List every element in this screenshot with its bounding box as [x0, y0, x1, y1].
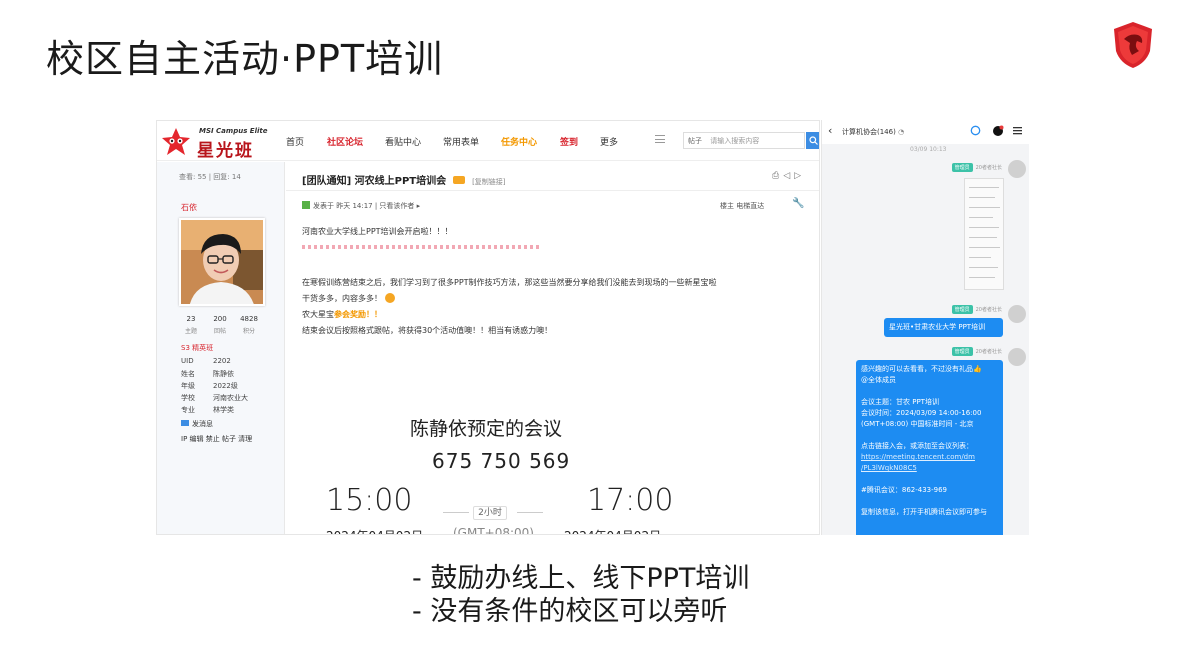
post-title: [团队通知] 河农线上PPT培训会 [复制链接] [302, 176, 506, 187]
menu-icon[interactable] [1013, 125, 1022, 136]
post-meta: 发表于 昨天 14:17 | 只看该作者 ▸ [302, 201, 420, 211]
meeting-title: 陈静依预定的会议 [410, 418, 563, 440]
send-message-link[interactable]: 发消息 [181, 419, 213, 429]
meeting-end-time: 17:00 [587, 483, 674, 518]
mute-icon: ◔ [898, 128, 905, 136]
chat-avatar-1[interactable] [1008, 160, 1026, 178]
admin-actions[interactable]: IP 编辑 禁止 帖子 清理 [181, 434, 252, 444]
post-line-5: 结束会议后按照格式跟帖，将获得30个活动值噢！！相当有诱惑力噢！ [302, 326, 553, 335]
post-line-1: 河南农业大学线上PPT培训会开启啦！！！ [302, 227, 453, 236]
view-reply-stats: 查看: 55 | 回复: 14 [179, 173, 241, 181]
post-content: [团队通知] 河农线上PPT培训会 [复制链接] ⎙◁▷ 发表于 昨天 14:1… [286, 162, 819, 535]
mail-icon [181, 420, 189, 426]
search-button[interactable] [806, 132, 819, 149]
slide-bullets: - 鼓励办线上、线下PPT培训 - 没有条件的校区可以旁听 [412, 562, 749, 628]
new-badge-icon [452, 176, 465, 184]
meeting-id: 675 750 569 [432, 449, 571, 473]
meeting-duration: 2小时 [473, 506, 507, 520]
profile-uid: UID 2202 [181, 357, 231, 365]
school-message[interactable]: 星光班•甘肃农业大学 PPT培训 [884, 318, 1003, 337]
duration-line-left [443, 512, 469, 513]
search-input[interactable]: 帖子 请输入搜索内容 [683, 132, 805, 149]
author-avatar[interactable] [179, 218, 265, 306]
author-level-icon [302, 201, 310, 209]
nav-checkin[interactable]: 签到 [560, 135, 578, 148]
profile-name: 姓名 陈静依 [181, 370, 234, 378]
search-circle-icon[interactable] [970, 125, 981, 136]
search-icon [809, 136, 818, 145]
duration-line-right [517, 512, 543, 513]
post-line-2: 在寒假训练营结束之后，我们学习到了很多PPT制作技巧方法，那这些当然要分享给我们… [302, 278, 717, 287]
meeting-start-date: 2024年04月02日 [326, 527, 423, 534]
nav-forum[interactable]: 社区论坛 [327, 135, 363, 148]
nav-home[interactable]: 首页 [286, 135, 304, 148]
brand-cn: 星光班 [197, 141, 254, 161]
nav-forms[interactable]: 常用表单 [443, 135, 479, 148]
profile-major: 专业 林学类 [181, 406, 234, 414]
search-placeholder: 请输入搜索内容 [710, 137, 760, 145]
bullet-2: - 没有条件的校区可以旁听 [412, 596, 728, 627]
slide-title: 校区自主活动·PPT培训 [46, 37, 444, 81]
back-arrow-icon[interactable]: ‹ [828, 124, 832, 137]
chat-avatar-3[interactable] [1008, 348, 1026, 366]
chat-avatar-2[interactable] [1008, 305, 1026, 323]
chat-screenshot: ‹ 计算机协会(146) ◔ 03/09 10:13 管理员 20者者社长 管理员… [821, 120, 1029, 535]
decorative-divider [302, 245, 542, 249]
title-divider [286, 190, 819, 191]
meeting-start-time: 15:00 [326, 483, 413, 518]
forum-top-nav: MSI Campus Elite 星光班 首页 社区论坛 看贴中心 常用表单 任… [157, 121, 819, 161]
author-sidebar: 查看: 55 | 回复: 14 石依 23 主题 200 回帖 4828 积分 … [157, 162, 285, 534]
brand-en: MSI Campus Elite [199, 127, 268, 135]
profile-grade: 年级 2022级 [181, 382, 238, 390]
sender-tag-1: 管理员 20者者社长 [822, 163, 1002, 172]
author-username[interactable]: 石依 [181, 202, 197, 213]
count-replies[interactable]: 200 回帖 [206, 315, 234, 335]
app-badge-icon[interactable] [992, 125, 1004, 137]
group-name[interactable]: 计算机协会(146) ◔ [842, 127, 904, 137]
sender-tag-2: 管理员 20者者社长 [822, 305, 1002, 314]
copy-link[interactable]: [复制链接] [472, 178, 505, 186]
count-topics[interactable]: 23 主题 [177, 315, 205, 335]
author-level: S3 精英班 [181, 344, 214, 352]
floor-jump[interactable]: 楼主 电梯直达 [720, 201, 764, 211]
meeting-url-link-cont[interactable]: /PL3lWqkN08C5 [861, 463, 998, 474]
nav-tasks[interactable]: 任务中心 [501, 135, 537, 148]
nav-more[interactable]: 更多 [600, 135, 618, 148]
nav-posts[interactable]: 看贴中心 [385, 135, 421, 148]
meeting-end-date: 2024年04月02日 [564, 527, 661, 534]
chat-header: ‹ 计算机协会(146) ◔ [822, 120, 1029, 144]
list-menu-icon[interactable] [655, 135, 665, 143]
sender-tag-3: 管理员 20者者社长 [822, 347, 1002, 356]
wrench-icon[interactable]: 🔧 [792, 198, 804, 209]
msi-shield-logo-icon [1114, 22, 1152, 68]
post-line-4: 农大星宝参会奖励！！ [302, 310, 382, 319]
post-tools-icons[interactable]: ⎙◁▷ [772, 171, 805, 181]
search-scope[interactable]: 帖子 [688, 137, 702, 145]
forum-screenshot: MSI Campus Elite 星光班 首页 社区论坛 看贴中心 常用表单 任… [156, 120, 820, 535]
star-mascot-icon [162, 128, 190, 155]
meeting-invite-message[interactable]: 感兴趣的可以去看看，不过没有礼品👍 @全体成员 会议主题：甘农 PPT培训 会议… [856, 360, 1003, 535]
post-line-3: 干货多多，内容多多！ [302, 293, 395, 304]
image-message[interactable] [964, 178, 1004, 290]
meeting-url-link[interactable]: https://meeting.tencent.com/dm [861, 452, 998, 463]
bullet-1: - 鼓励办线上、线下PPT培训 [412, 563, 750, 594]
chat-date: 03/09 10:13 [910, 146, 947, 153]
profile-school: 学校 河南农业大 [181, 394, 248, 402]
count-points[interactable]: 4828 积分 [235, 315, 263, 335]
smile-emoji-icon [384, 293, 395, 303]
meeting-timezone: (GMT+08:00) [453, 526, 534, 535]
